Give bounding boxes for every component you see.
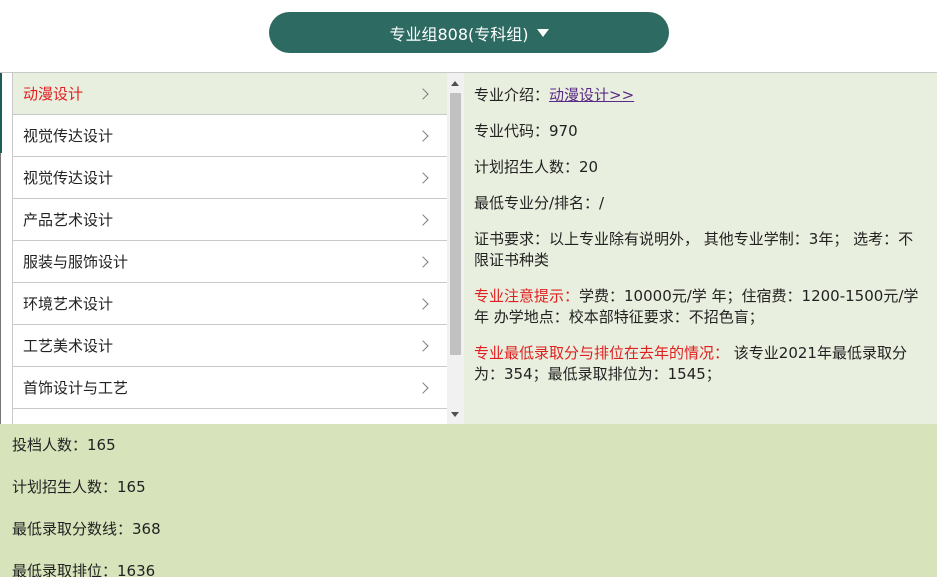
major-item-label: 首饰设计与工艺 — [23, 379, 129, 397]
major-item-environment-art-design[interactable]: 环境艺术设计 — [13, 283, 447, 325]
page: 专业组808(专科组) 动漫设计 视觉传达设计 视觉传达设计 产品艺术设计 服装… — [0, 0, 937, 577]
summary-submitted-count: 投档人数：165 — [12, 436, 116, 454]
major-item-product-art-design[interactable]: 产品艺术设计 — [13, 199, 447, 241]
major-detail: 专业介绍：动漫设计>> 专业代码：970 计划招生人数：20 最低专业分/排名：… — [464, 73, 937, 424]
major-item-label: 视觉传达设计 — [23, 127, 114, 145]
major-code: 专业代码：970 — [474, 122, 578, 140]
major-item-label: 产品艺术设计 — [23, 211, 114, 229]
major-item-craft-art-design[interactable]: 工艺美术设计 — [13, 325, 447, 367]
panel-left-accent — [0, 73, 2, 153]
major-item-fashion-design[interactable]: 服装与服饰设计 — [13, 241, 447, 283]
major-plan-count: 计划招生人数：20 — [474, 158, 599, 176]
major-item-visual-communication-2[interactable]: 视觉传达设计 — [13, 157, 447, 199]
chevron-right-icon — [417, 297, 429, 310]
major-item-label: 服装与服饰设计 — [23, 253, 129, 271]
summary-min-score: 最低录取分数线：368 — [12, 520, 161, 538]
caret-down-icon — [536, 28, 549, 37]
major-item-visual-communication[interactable]: 视觉传达设计 — [13, 115, 447, 157]
major-notice-label: 专业注意提示： — [474, 287, 580, 305]
major-item-label: 环境艺术设计 — [23, 295, 114, 313]
summary-plan-count: 计划招生人数：165 — [12, 478, 146, 496]
group-select-label: 专业组808(专科组) — [389, 24, 529, 44]
major-intro-label: 专业介绍： — [474, 86, 550, 104]
major-notice: 专业注意提示：学费：10000元/学 年；住宿费：1200-1500元/学年 办… — [474, 286, 919, 328]
chevron-right-icon — [417, 339, 429, 352]
major-list-scrollbar[interactable] — [447, 73, 464, 424]
major-item-label: 动漫设计 — [23, 85, 84, 103]
major-min-score: 最低专业分/排名：/ — [474, 194, 605, 212]
scroll-down-arrow-icon[interactable] — [451, 412, 459, 417]
summary-min-rank: 最低录取排位：1636 — [12, 562, 156, 577]
major-intro-link[interactable]: 动漫设计>> — [549, 86, 634, 104]
group-select-button[interactable]: 专业组808(专科组) — [269, 12, 669, 53]
chevron-right-icon — [417, 381, 429, 394]
chevron-right-icon — [417, 213, 429, 226]
major-item-animation-design[interactable]: 动漫设计 — [13, 73, 447, 115]
major-item-label: 工艺美术设计 — [23, 337, 114, 355]
major-item-jewelry-design[interactable]: 首饰设计与工艺 — [13, 367, 447, 409]
chevron-right-icon — [417, 87, 429, 100]
chevron-right-icon — [417, 129, 429, 142]
major-panel: 动漫设计 视觉传达设计 视觉传达设计 产品艺术设计 服装与服饰设计 环境艺术设计 — [0, 72, 937, 425]
major-intro-row: 专业介绍：动漫设计>> — [474, 85, 919, 106]
scroll-up-arrow-icon[interactable] — [451, 81, 459, 86]
group-summary: 投档人数：165 计划招生人数：165 最低录取分数线：368 最低录取排位：1… — [0, 424, 937, 577]
major-history-label: 专业最低录取分与排位在去年的情况： — [474, 344, 730, 362]
major-list: 动漫设计 视觉传达设计 视觉传达设计 产品艺术设计 服装与服饰设计 环境艺术设计 — [12, 73, 447, 424]
chevron-right-icon — [417, 255, 429, 268]
chevron-right-icon — [417, 171, 429, 184]
major-item-label: 视觉传达设计 — [23, 169, 114, 187]
scrollbar-thumb[interactable] — [450, 93, 461, 355]
major-history: 专业最低录取分与排位在去年的情况： 该专业2021年最低录取分为：354；最低录… — [474, 343, 919, 385]
major-item-partial[interactable] — [13, 409, 447, 424]
major-cert-requirement: 证书要求：以上专业除有说明外， 其他专业学制：3年； 选考：不限证书种类 — [474, 230, 914, 269]
